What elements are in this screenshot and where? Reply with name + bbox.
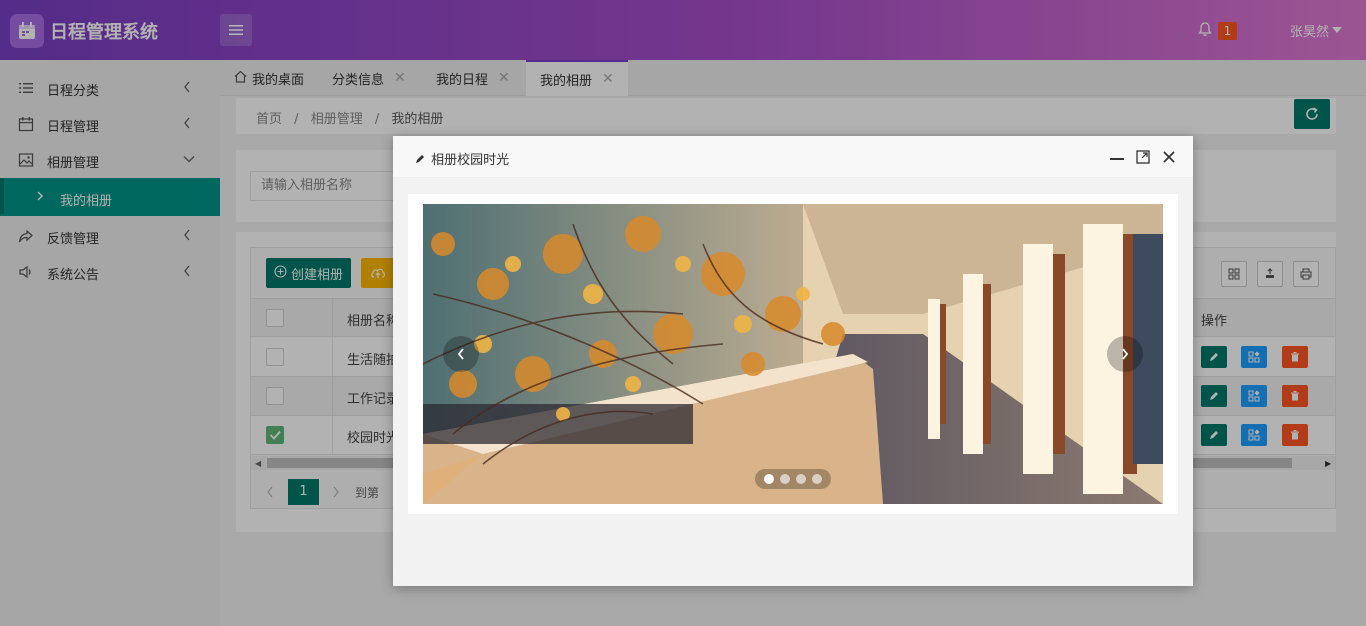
close-icon[interactable]	[1162, 150, 1176, 168]
carousel-dot[interactable]	[764, 474, 774, 484]
minimize-icon[interactable]	[1110, 151, 1124, 167]
carousel-next-button[interactable]	[1107, 336, 1143, 372]
album-preview-modal: 相册校园时光	[393, 136, 1193, 586]
chevron-right-icon	[1122, 348, 1129, 360]
pencil-icon	[415, 153, 425, 168]
modal-header: 相册校园时光	[393, 136, 1193, 178]
carousel-prev-button[interactable]	[443, 336, 479, 372]
modal-title: 相册校园时光	[431, 153, 510, 168]
chevron-left-icon	[457, 348, 464, 360]
maximize-icon[interactable]	[1136, 150, 1150, 168]
carousel-panel	[408, 194, 1178, 514]
carousel-dot[interactable]	[796, 474, 806, 484]
carousel-dot[interactable]	[780, 474, 790, 484]
carousel-photo	[423, 204, 1163, 504]
modal-body	[393, 178, 1193, 586]
carousel-dot[interactable]	[812, 474, 822, 484]
carousel-indicators	[755, 469, 831, 489]
